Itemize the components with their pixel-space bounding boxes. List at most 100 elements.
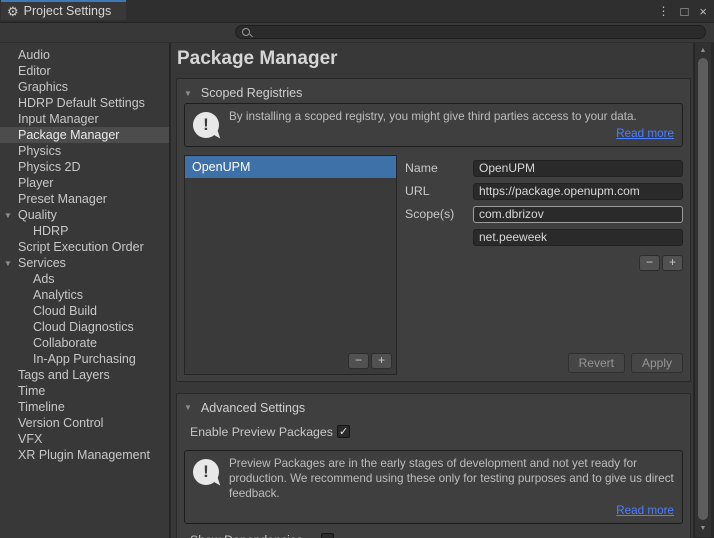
remove-scope-button[interactable]: − (639, 254, 660, 271)
sidebar-item-label: Editor (18, 64, 51, 78)
sidebar-item-graphics[interactable]: Graphics (0, 79, 169, 95)
advanced-settings-header[interactable]: ▼ Advanced Settings (184, 398, 683, 418)
sidebar-item-script-execution-order[interactable]: Script Execution Order (0, 239, 169, 255)
sidebar-item-label: In-App Purchasing (33, 352, 136, 366)
sidebar-item-label: Ads (33, 272, 55, 286)
scoped-registries-section: ▼ Scoped Registries ! By installing a sc… (176, 78, 691, 382)
registry-list-actions: − + (185, 349, 396, 374)
sidebar-item-preset-manager[interactable]: Preset Manager (0, 191, 169, 207)
sidebar-item-label: Collaborate (33, 336, 97, 350)
sidebar-item-timeline[interactable]: Timeline (0, 399, 169, 415)
registry-row[interactable]: OpenUPM (185, 155, 396, 178)
apply-button[interactable]: Apply (630, 352, 683, 373)
sidebar-item-label: Script Execution Order (18, 240, 144, 254)
read-more-link[interactable]: Read more (616, 504, 674, 519)
sidebar-item-package-manager[interactable]: Package Manager (0, 127, 169, 143)
sidebar-item-label: VFX (18, 432, 43, 446)
warning-bubble-icon: ! (193, 112, 219, 138)
search-input[interactable] (255, 26, 699, 38)
registry-rows: OpenUPM (185, 155, 396, 178)
sidebar-item-in-app-purchasing[interactable]: In-App Purchasing (0, 351, 169, 367)
sidebar-item-services[interactable]: ▼ Services (0, 255, 169, 271)
enable-preview-label: Enable Preview Packages (190, 424, 333, 439)
show-dependencies-checkbox[interactable] (321, 533, 334, 538)
sidebar-item-label: XR Plugin Management (18, 448, 151, 462)
scoped-registries-warning-box: ! By installing a scoped registry, you m… (184, 103, 683, 147)
sidebar-item-label: Time (18, 384, 46, 398)
sidebar-item-cloud-build[interactable]: Cloud Build (0, 303, 169, 319)
sidebar-item-input-manager[interactable]: Input Manager (0, 111, 169, 127)
show-dependencies-label: Show Dependencies (190, 533, 321, 538)
scrollbar-thumb[interactable] (698, 58, 708, 520)
sidebar-item-ads[interactable]: Ads (0, 271, 169, 287)
scroll-up-icon[interactable]: ▲ (695, 47, 711, 55)
kebab-menu-icon[interactable]: ⋮ (658, 5, 670, 17)
sidebar-item-label: Cloud Build (33, 304, 97, 318)
name-field[interactable] (473, 159, 683, 177)
maximize-icon[interactable]: □ (681, 5, 689, 18)
sidebar-item-label: Graphics (18, 80, 69, 94)
sidebar-item-label: Services (18, 256, 66, 270)
sidebar-item-vfx[interactable]: VFX (0, 431, 169, 447)
sidebar-item-editor[interactable]: Editor (0, 63, 169, 79)
search-box[interactable] (235, 25, 706, 39)
sidebar-item-audio[interactable]: Audio (0, 47, 169, 63)
sidebar-item-quality[interactable]: ▼ Quality (0, 207, 169, 223)
sidebar-item-label: Input Manager (18, 112, 99, 126)
sidebar-item-physics[interactable]: Physics (0, 143, 169, 159)
sidebar-item-physics-2d[interactable]: Physics 2D (0, 159, 169, 175)
sidebar-list: Audio Editor Graphics HDRP Default Settings… (0, 47, 169, 463)
main-panel: Package Manager ▼ Scoped Registries ! By… (171, 43, 693, 538)
sidebar-item-hdrp-default-settings[interactable]: HDRP Default Settings (0, 95, 169, 111)
expander-triangle-icon[interactable]: ▼ (4, 256, 12, 272)
scoped-registries-header[interactable]: ▼ Scoped Registries (184, 83, 683, 103)
read-more-link[interactable]: Read more (616, 127, 674, 142)
preview-warning-text: Preview Packages are in the early stages… (229, 456, 674, 500)
advanced-settings-section: ▼ Advanced Settings Enable Preview Packa… (176, 392, 691, 538)
sidebar-item-label: Physics (18, 144, 62, 158)
sidebar-item-version-control[interactable]: Version Control (0, 415, 169, 431)
scope-field-1[interactable] (473, 205, 683, 223)
window-controls: ⋮ □ × (658, 0, 707, 22)
sidebar-item-time[interactable]: Time (0, 383, 169, 399)
sidebar-item-label: Physics 2D (18, 160, 81, 174)
name-label: Name (405, 161, 438, 176)
sidebar-item-tags-and-layers[interactable]: Tags and Layers (0, 367, 169, 383)
scope-field-2[interactable] (473, 228, 683, 246)
sidebar-item-player[interactable]: Player (0, 175, 169, 191)
scroll-down-icon[interactable]: ▼ (695, 525, 711, 533)
sidebar-item-label: Player (18, 176, 54, 190)
sidebar-item-label: Audio (18, 48, 50, 62)
url-field[interactable] (473, 182, 683, 200)
sidebar-item-collaborate[interactable]: Collaborate (0, 335, 169, 351)
scope-actions: − + (405, 254, 683, 271)
vertical-scrollbar[interactable]: ▲ ▼ (694, 43, 711, 537)
registry-form: Name URL Scope(s) − + (397, 155, 683, 375)
add-scope-button[interactable]: + (662, 254, 683, 271)
enable-preview-checkbox[interactable] (337, 425, 350, 439)
sidebar-item-analytics[interactable]: Analytics (0, 287, 169, 303)
title-bar: ⚙ Project Settings ⋮ □ × (0, 0, 714, 23)
sidebar-item-xr-plugin-management[interactable]: XR Plugin Management (0, 447, 169, 463)
tab-project-settings[interactable]: ⚙ Project Settings (1, 0, 126, 20)
window-title: Project Settings (23, 4, 112, 18)
expander-triangle-icon[interactable]: ▼ (4, 208, 12, 224)
remove-registry-button[interactable]: − (348, 352, 369, 369)
sidebar-item-label: HDRP (33, 224, 69, 238)
close-icon[interactable]: × (699, 5, 707, 18)
url-label: URL (405, 184, 430, 199)
enable-preview-row: Enable Preview Packages (190, 424, 683, 440)
page-title: Package Manager (177, 48, 338, 69)
section-header-label: Advanced Settings (200, 400, 306, 415)
add-registry-button[interactable]: + (371, 352, 392, 369)
sidebar-item-label: Timeline (18, 400, 65, 414)
gear-icon: ⚙ (7, 3, 19, 19)
registry-list[interactable]: OpenUPM − + (184, 154, 397, 375)
sidebar-item-label: Analytics (33, 288, 84, 302)
sidebar-item-hdrp[interactable]: HDRP (0, 223, 169, 239)
sidebar-item-cloud-diagnostics[interactable]: Cloud Diagnostics (0, 319, 169, 335)
sidebar: Audio Editor Graphics HDRP Default Settings… (0, 43, 170, 538)
apply-row: Revert Apply (405, 352, 683, 373)
chevron-down-icon: ▼ (184, 403, 192, 413)
revert-button[interactable]: Revert (567, 352, 625, 373)
